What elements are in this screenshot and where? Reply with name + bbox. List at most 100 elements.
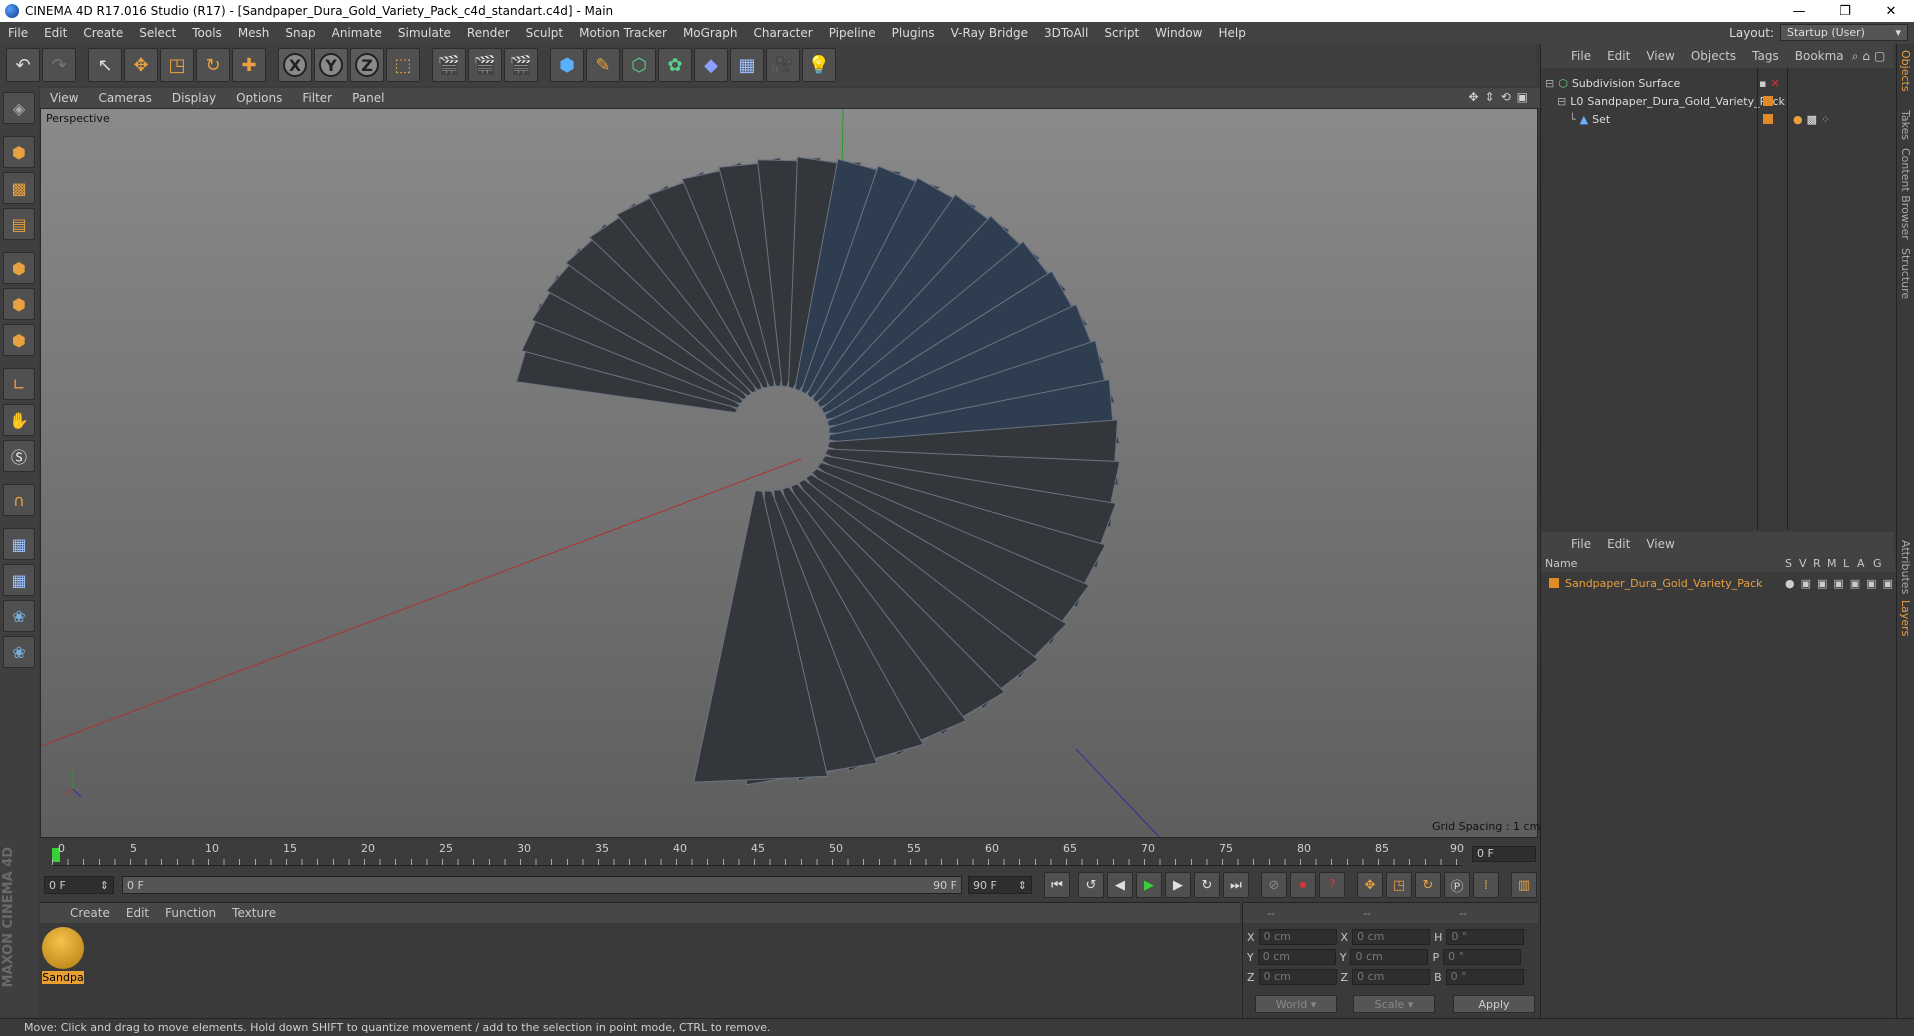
timeline-ruler[interactable]: 0 5 10 15 20 25 30 35 40 45 50 55 60 65 … xyxy=(52,842,1464,866)
key-scale-icon[interactable]: ◳ xyxy=(1386,872,1412,898)
tab-content-browser[interactable]: Content Browser xyxy=(1899,148,1912,240)
minimize-button[interactable]: — xyxy=(1776,0,1822,22)
live-select-icon[interactable]: ✚ xyxy=(232,48,266,82)
y-axis-lock-icon[interactable]: Y xyxy=(314,48,348,82)
render-settings-icon[interactable]: 🎬 xyxy=(504,48,538,82)
z-axis-lock-icon[interactable]: Z xyxy=(350,48,384,82)
menu-file[interactable]: File xyxy=(0,26,36,40)
rotation-h-field[interactable]: 0 ° xyxy=(1446,929,1525,945)
tab-layers[interactable]: Layers xyxy=(1899,600,1912,636)
toggle-view-icon[interactable]: ▣ xyxy=(1517,90,1528,104)
pan-view-icon[interactable]: ✥ xyxy=(1468,90,1478,104)
light-icon[interactable]: 💡 xyxy=(802,48,836,82)
select-pointer-icon[interactable]: ↖ xyxy=(88,48,122,82)
menu-script[interactable]: Script xyxy=(1096,26,1147,40)
axis-mode-icon[interactable]: ∟ xyxy=(3,368,35,400)
current-frame-field[interactable]: 0 F xyxy=(1472,846,1536,862)
tab-objects[interactable]: Objects xyxy=(1899,50,1912,92)
viewport-menu-panel[interactable]: Panel xyxy=(342,91,394,105)
pen-spline-icon[interactable]: ✎ xyxy=(586,48,620,82)
menu-3dtoall[interactable]: 3DToAll xyxy=(1036,26,1096,40)
coord-scale-dropdown[interactable]: Scale ▾ xyxy=(1353,995,1435,1013)
subdivision-icon[interactable]: ⬡ xyxy=(622,48,656,82)
keyframe-selection-icon[interactable]: ? xyxy=(1319,872,1345,898)
tab-attributes[interactable]: Attributes xyxy=(1899,540,1912,594)
key-parameter-icon[interactable]: Ⓟ xyxy=(1444,872,1470,898)
menu-plugins[interactable]: Plugins xyxy=(884,26,943,40)
timeline-window-icon[interactable]: ▥ xyxy=(1511,872,1537,898)
position-x-field[interactable]: 0 cm xyxy=(1258,929,1337,945)
layer-color-icon[interactable] xyxy=(1763,114,1773,124)
coord-mode-dropdown[interactable]: World ▾ xyxy=(1255,995,1337,1013)
menu-render[interactable]: Render xyxy=(459,26,518,40)
end-frame-field[interactable]: 90 F ⇕ xyxy=(968,876,1032,894)
move-icon[interactable]: ✥ xyxy=(124,48,158,82)
apply-button[interactable]: Apply xyxy=(1453,995,1535,1013)
material-item[interactable]: Sandpa xyxy=(42,927,84,984)
menu-pipeline[interactable]: Pipeline xyxy=(821,26,884,40)
key-rotation-icon[interactable]: ↻ xyxy=(1415,872,1441,898)
layers-menu-edit[interactable]: Edit xyxy=(1599,537,1638,551)
material-menu-edit[interactable]: Edit xyxy=(118,906,157,920)
edges-mode-icon[interactable]: ⬢ xyxy=(3,288,35,320)
search-icon[interactable]: ⌕⌂▢ xyxy=(1852,49,1890,64)
mograph-cloner-icon[interactable]: ✿ xyxy=(658,48,692,82)
material-menu-create[interactable]: Create xyxy=(62,906,118,920)
render-view-icon[interactable]: 🎬 xyxy=(432,48,466,82)
lock-workplane-icon[interactable]: ▦ xyxy=(3,528,35,560)
restore-button[interactable]: ❐ xyxy=(1822,0,1868,22)
menu-select[interactable]: Select xyxy=(131,26,184,40)
position-z-field[interactable]: 0 cm xyxy=(1258,969,1337,985)
goto-end-icon[interactable]: ⏭ xyxy=(1223,872,1249,898)
coordinate-system-icon[interactable]: ⬚ xyxy=(386,48,420,82)
viewport-3d[interactable] xyxy=(40,108,1538,838)
next-frame-icon[interactable]: ▶ xyxy=(1165,872,1191,898)
size-z-field[interactable]: 0 cm xyxy=(1352,969,1431,985)
menu-edit[interactable]: Edit xyxy=(36,26,75,40)
workplane-icon[interactable]: ▤ xyxy=(3,208,35,240)
rotate-icon[interactable]: ↻ xyxy=(196,48,230,82)
rotate-view-icon[interactable]: ⟲ xyxy=(1501,90,1511,104)
layers-menu-file[interactable]: File xyxy=(1563,537,1599,551)
prev-key-icon[interactable]: ↺ xyxy=(1078,872,1104,898)
tree-item-subdivision-surface[interactable]: ⊟ ⬡ Subdivision Surface xyxy=(1545,74,1680,92)
menu-tools[interactable]: Tools xyxy=(184,26,230,40)
menu-sculpt[interactable]: Sculpt xyxy=(518,26,571,40)
key-pla-icon[interactable]: ⁞ xyxy=(1473,872,1499,898)
floor-icon[interactable]: ▦ xyxy=(730,48,764,82)
material-menu-function[interactable]: Function xyxy=(157,906,224,920)
cube-primitive-icon[interactable]: ⬢ xyxy=(550,48,584,82)
next-key-icon[interactable]: ↻ xyxy=(1194,872,1220,898)
zoom-view-icon[interactable]: ⇕ xyxy=(1485,90,1495,104)
viewport-menu-display[interactable]: Display xyxy=(162,91,226,105)
record-keys-icon[interactable]: ⊘ xyxy=(1261,872,1287,898)
goto-start-icon[interactable]: ⏮ xyxy=(1044,872,1070,898)
position-y-field[interactable]: 0 cm xyxy=(1257,949,1336,965)
material-menu-texture[interactable]: Texture xyxy=(224,906,284,920)
play-icon[interactable]: ▶ xyxy=(1136,872,1162,898)
camera-icon[interactable]: 🎥 xyxy=(766,48,800,82)
prev-frame-icon[interactable]: ◀ xyxy=(1107,872,1133,898)
frame-range-slider[interactable]: 0 F 90 F xyxy=(122,876,962,894)
render-picture-viewer-icon[interactable]: 🎬 xyxy=(468,48,502,82)
size-y-field[interactable]: 0 cm xyxy=(1350,949,1429,965)
layer-row[interactable]: Sandpaper_Dura_Gold_Variety_Pack xyxy=(1549,574,1763,592)
python-script-icon[interactable]: ❀ xyxy=(3,636,35,668)
viewport-menu-view[interactable]: View xyxy=(40,91,88,105)
key-position-icon[interactable]: ✥ xyxy=(1357,872,1383,898)
menu-simulate[interactable]: Simulate xyxy=(390,26,459,40)
layer-flags[interactable]: ●▣▣▣▣▣▣ xyxy=(1785,574,1899,592)
objects-menu-tags[interactable]: Tags xyxy=(1744,49,1787,63)
menu-character[interactable]: Character xyxy=(745,26,820,40)
objects-menu-file[interactable]: File xyxy=(1563,49,1599,63)
planar-workplane-icon[interactable]: ▦ xyxy=(3,564,35,596)
close-button[interactable]: ✕ xyxy=(1868,0,1914,22)
objects-menu-view[interactable]: View xyxy=(1638,49,1682,63)
python-icon[interactable]: ❀ xyxy=(3,600,35,632)
scale-icon[interactable]: ◳ xyxy=(160,48,194,82)
viewport-menu-cameras[interactable]: Cameras xyxy=(88,91,161,105)
viewport-menu-filter[interactable]: Filter xyxy=(292,91,342,105)
texture-mode-icon[interactable]: ▩ xyxy=(3,172,35,204)
selection-tag-icon[interactable]: ⁘ xyxy=(1821,113,1830,126)
layer-color-icon[interactable] xyxy=(1763,96,1773,106)
